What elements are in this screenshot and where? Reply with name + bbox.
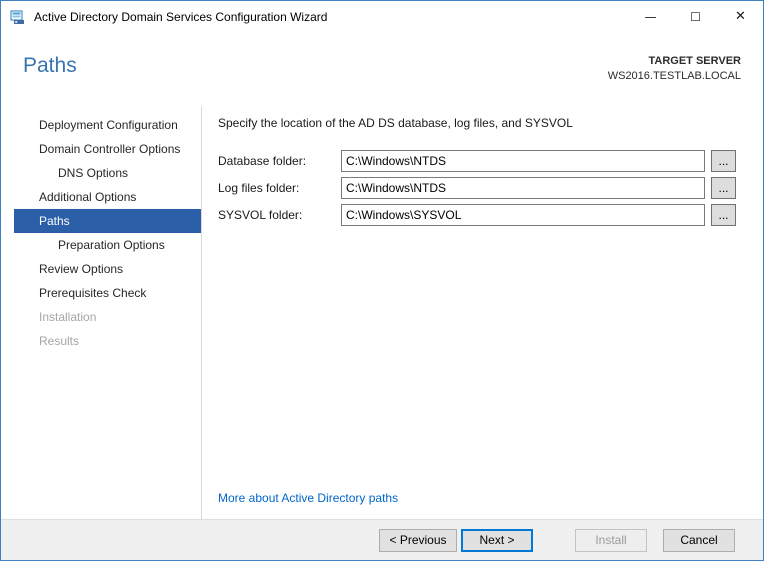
sidebar-item-paths[interactable]: Paths	[14, 209, 201, 233]
wizard-body: Deployment Configuration Domain Controll…	[1, 106, 763, 519]
database-folder-label: Database folder:	[218, 154, 341, 168]
instruction-text: Specify the location of the AD DS databa…	[218, 116, 736, 130]
target-server-label: TARGET SERVER	[608, 54, 741, 69]
sidebar-item-review-options[interactable]: Review Options	[1, 257, 201, 281]
sidebar-item-domain-controller-options[interactable]: Domain Controller Options	[1, 137, 201, 161]
install-button: Install	[575, 529, 647, 552]
sysvol-folder-browse-button[interactable]: ...	[711, 204, 736, 226]
cancel-button[interactable]: Cancel	[663, 529, 735, 552]
previous-button[interactable]: < Previous	[379, 529, 457, 552]
sysvol-folder-input[interactable]	[341, 204, 705, 226]
close-icon[interactable]: ✕	[718, 1, 763, 32]
sysvol-folder-label: SYSVOL folder:	[218, 208, 341, 222]
sysvol-folder-row: SYSVOL folder: ...	[218, 204, 736, 226]
next-button[interactable]: Next >	[461, 529, 533, 552]
page-title: Paths	[23, 54, 77, 106]
wizard-footer: < Previous Next > Install Cancel	[1, 519, 763, 560]
sidebar-item-prerequisites-check[interactable]: Prerequisites Check	[1, 281, 201, 305]
sidebar-item-preparation-options[interactable]: Preparation Options	[1, 233, 201, 257]
paths-content: Specify the location of the AD DS databa…	[202, 106, 763, 519]
more-about-paths-link[interactable]: More about Active Directory paths	[218, 491, 398, 505]
target-server-block: TARGET SERVER WS2016.TESTLAB.LOCAL	[608, 54, 741, 106]
titlebar: Active Directory Domain Services Configu…	[1, 1, 763, 32]
target-server-value: WS2016.TESTLAB.LOCAL	[608, 69, 741, 84]
log-files-folder-row: Log files folder: ...	[218, 177, 736, 199]
minimize-icon[interactable]: —	[628, 1, 673, 32]
database-folder-row: Database folder: ...	[218, 150, 736, 172]
sidebar-item-results: Results	[1, 329, 201, 353]
sidebar-item-dns-options[interactable]: DNS Options	[1, 161, 201, 185]
wizard-header: Paths TARGET SERVER WS2016.TESTLAB.LOCAL	[1, 32, 763, 106]
window-title: Active Directory Domain Services Configu…	[34, 10, 327, 24]
wizard-steps-sidebar: Deployment Configuration Domain Controll…	[1, 106, 201, 519]
log-files-folder-browse-button[interactable]: ...	[711, 177, 736, 199]
database-folder-browse-button[interactable]: ...	[711, 150, 736, 172]
log-files-folder-input[interactable]	[341, 177, 705, 199]
maximize-icon[interactable]: ☐	[673, 1, 718, 32]
sidebar-item-deployment-configuration[interactable]: Deployment Configuration	[1, 113, 201, 137]
wizard-window: Active Directory Domain Services Configu…	[0, 0, 764, 561]
sidebar-item-installation: Installation	[1, 305, 201, 329]
log-files-folder-label: Log files folder:	[218, 181, 341, 195]
database-folder-input[interactable]	[341, 150, 705, 172]
sidebar-item-additional-options[interactable]: Additional Options	[1, 185, 201, 209]
addsw-app-icon	[10, 9, 26, 25]
window-controls: — ☐ ✕	[628, 1, 763, 32]
